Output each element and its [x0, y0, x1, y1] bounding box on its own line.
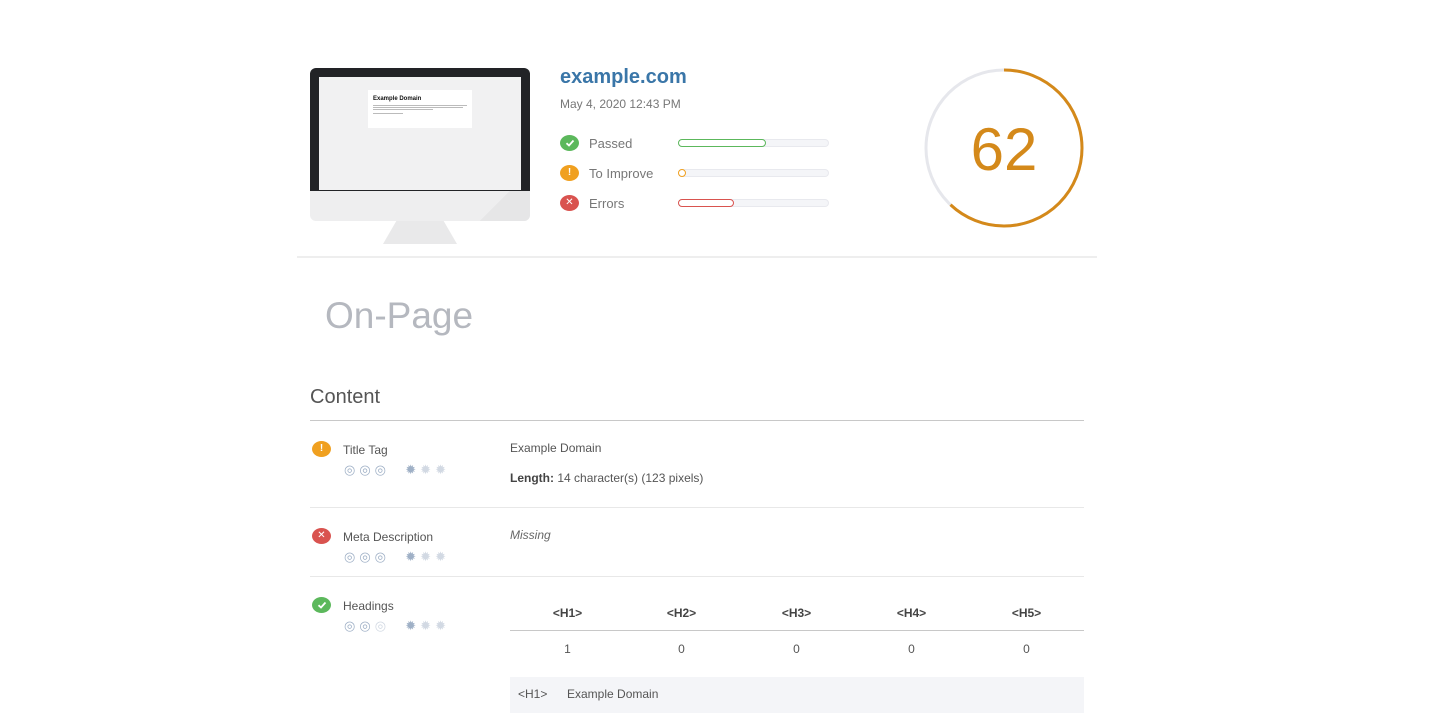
heading-list-row: <H1> Example Domain [510, 677, 1084, 713]
to-improve-progress-bar [678, 169, 829, 177]
errors-progress-bar [678, 199, 829, 207]
gear-icon: ✹✹✹ [405, 549, 450, 564]
passed-progress-fill [678, 139, 766, 147]
meta-description-value: Missing [510, 528, 551, 542]
report-date: May 4, 2020 12:43 PM [560, 97, 681, 111]
passed-icon [312, 597, 331, 613]
row-divider [310, 507, 1084, 508]
importance-icons: ◎◎◎ ✹✹✹ [344, 462, 450, 478]
heading-count-h2: 0 [678, 642, 685, 656]
row-divider [310, 576, 1084, 577]
heading-col-h5: <H5> [1011, 606, 1042, 620]
heading-count-h4: 0 [908, 642, 915, 656]
stat-label-passed: Passed [589, 136, 633, 151]
check-name-title-tag: Title Tag [343, 443, 388, 457]
monitor-stand [383, 221, 457, 244]
overall-score: 62 [970, 116, 1038, 183]
exclamation-icon: ! [560, 165, 579, 181]
heading-list-tag: <H1> [518, 687, 548, 701]
content-heading: Content [310, 386, 381, 408]
heading-count-h1: 1 [564, 642, 571, 656]
length-label: Length: [510, 471, 554, 485]
target-icon: ◎◎◎ [344, 618, 391, 633]
importance-icons: ◎◎◎ ✹✹✹ [344, 549, 450, 565]
error-icon: ✕ [312, 528, 331, 544]
heading-count-h5: 0 [1023, 642, 1030, 656]
importance-icons: ◎◎◎ ✹✹✹ [344, 618, 450, 634]
site-domain-link[interactable]: example.com [560, 66, 687, 89]
monitor-chin [310, 191, 530, 221]
heading-col-h1: <H1> [552, 606, 583, 620]
to-improve-progress-fill [678, 169, 686, 177]
content-divider [310, 420, 1084, 421]
heading-count-h3: 0 [793, 642, 800, 656]
check-icon [560, 135, 579, 151]
stat-label-errors: Errors [589, 196, 625, 211]
heading-list-text: Example Domain [567, 687, 659, 701]
heading-col-h4: <H4> [896, 606, 927, 620]
title-tag-value: Example Domain [510, 441, 602, 455]
target-icon: ◎◎◎ [344, 549, 391, 564]
section-title: On-Page [325, 295, 474, 336]
preview-card: Example Domain [368, 90, 472, 128]
check-name-meta-description: Meta Description [343, 530, 434, 544]
passed-progress-bar [678, 139, 829, 147]
errors-progress-fill [678, 199, 734, 207]
length-value: 14 character(s) (123 pixels) [557, 471, 704, 485]
x-icon: ✕ [560, 195, 579, 211]
check-name-headings: Headings [343, 599, 394, 613]
stat-label-to-improve: To Improve [589, 166, 654, 181]
header-divider [297, 256, 1097, 258]
warning-icon: ! [312, 441, 331, 457]
gear-icon: ✹✹✹ [405, 618, 450, 633]
heading-col-h2: <H2> [666, 606, 697, 620]
title-tag-length: Length: 14 character(s) (123 pixels) [510, 471, 703, 485]
target-icon: ◎◎◎ [344, 462, 391, 477]
heading-col-h3: <H3> [781, 606, 812, 620]
preview-title: Example Domain [373, 96, 422, 102]
table-header-rule [510, 630, 1084, 631]
gear-icon: ✹✹✹ [405, 462, 450, 477]
